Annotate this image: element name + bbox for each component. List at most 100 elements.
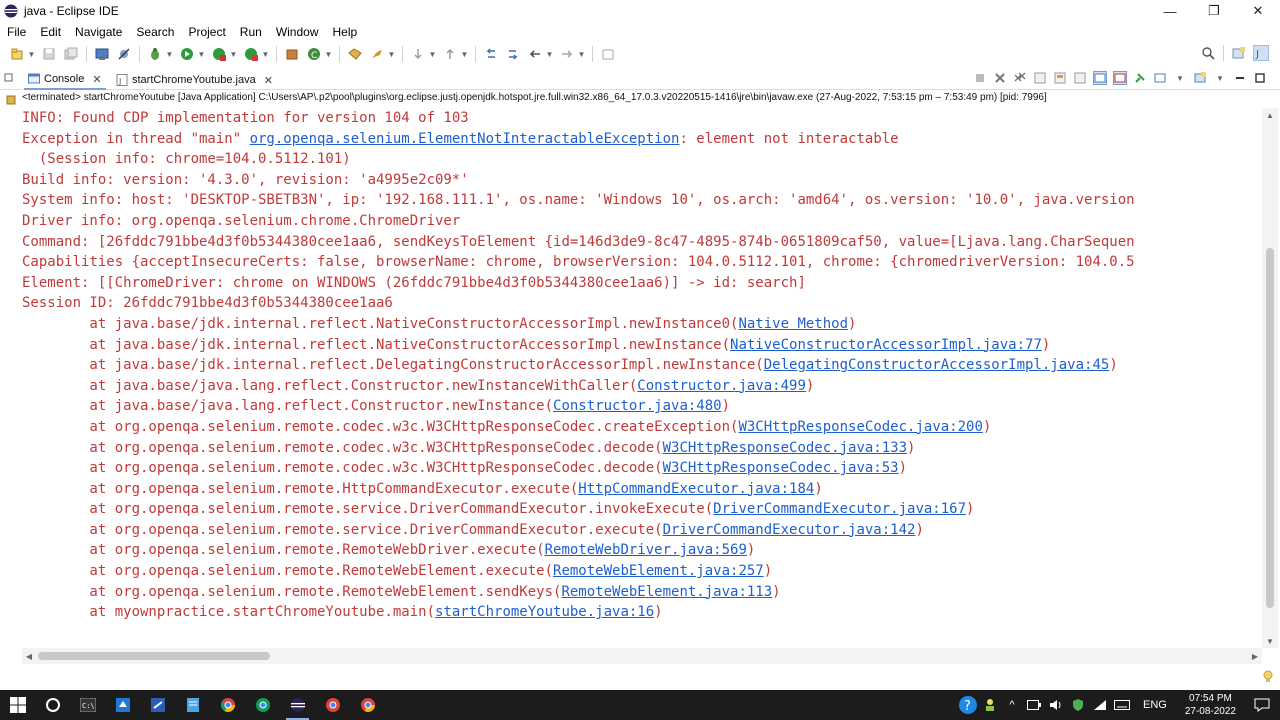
stacktrace-link[interactable]: DriverCommandExecutor.java:167 (713, 501, 966, 517)
stacktrace-link[interactable]: RemoteWebDriver.java:569 (545, 542, 747, 558)
scroll-up-icon[interactable]: ▲ (1262, 108, 1278, 122)
chevron-down-icon[interactable]: ▼ (262, 46, 270, 62)
terminal-icon[interactable] (94, 46, 110, 62)
stacktrace-link[interactable]: Constructor.java:480 (553, 398, 722, 414)
stacktrace-link[interactable]: NativeConstructorAccessorImpl.java:77 (730, 337, 1042, 353)
taskbar-eclipse[interactable] (280, 690, 315, 720)
console-output[interactable]: INFO: Found CDP implementation for versi… (22, 108, 1262, 648)
run-icon[interactable] (179, 46, 195, 62)
input-language[interactable]: ENG (1133, 699, 1177, 711)
new-icon[interactable] (9, 46, 25, 62)
next-annotation-icon[interactable] (410, 46, 426, 62)
remove-all-terminated-icon[interactable] (1013, 71, 1027, 85)
scroll-lock-icon[interactable] (1053, 71, 1067, 85)
last-edit-icon[interactable] (483, 46, 499, 62)
display-console-icon[interactable] (1153, 71, 1167, 85)
open-perspective-icon[interactable] (1231, 45, 1247, 61)
menu-window[interactable]: Window (269, 25, 326, 39)
taskbar-notepad[interactable] (175, 690, 210, 720)
stacktrace-link[interactable]: RemoteWebElement.java:257 (553, 563, 764, 579)
chevron-down-icon[interactable]: ▼ (230, 46, 238, 62)
shield-icon[interactable] (1067, 690, 1089, 720)
menu-run[interactable]: Run (233, 25, 269, 39)
menu-search[interactable]: Search (129, 25, 181, 39)
close-icon[interactable]: ✕ (92, 73, 101, 86)
chevron-down-icon[interactable]: ▼ (325, 46, 333, 62)
show-console-output-icon[interactable] (1093, 71, 1107, 85)
help-icon[interactable]: ? (957, 690, 979, 720)
save-all-icon[interactable] (63, 46, 79, 62)
minimized-views-icon[interactable] (6, 95, 16, 105)
close-icon[interactable]: ✕ (264, 74, 273, 87)
stacktrace-link[interactable]: org.openqa.selenium.ElementNotInteractab… (250, 131, 680, 147)
minimize-button[interactable]: — (1148, 0, 1192, 22)
clock[interactable]: 07:54 PM 27-08-2022 (1177, 692, 1244, 718)
stacktrace-link[interactable]: Native Method (738, 316, 848, 332)
stacktrace-link[interactable]: W3CHttpResponseCodec.java:200 (738, 419, 982, 435)
volume-icon[interactable] (1045, 690, 1067, 720)
back-arrow-icon[interactable] (527, 46, 543, 62)
search-icon[interactable] (1200, 45, 1216, 61)
horizontal-scroll-thumb[interactable] (38, 652, 270, 660)
chevron-down-icon[interactable]: ▼ (461, 46, 469, 62)
stacktrace-link[interactable]: startChromeYoutube.java:16 (435, 604, 654, 620)
word-wrap-icon[interactable] (1073, 71, 1087, 85)
menu-file[interactable]: File (0, 25, 33, 39)
stacktrace-link[interactable]: HttpCommandExecutor.java:184 (578, 481, 814, 497)
scroll-down-icon[interactable]: ▼ (1262, 634, 1278, 648)
new-java-package-icon[interactable] (284, 46, 300, 62)
open-type-icon[interactable] (347, 46, 363, 62)
save-icon[interactable] (41, 46, 57, 62)
chevron-down-icon[interactable]: ▼ (546, 46, 554, 62)
chevron-down-icon[interactable]: ▼ (166, 46, 174, 62)
debug-icon[interactable] (147, 46, 163, 62)
stacktrace-link[interactable]: DelegatingConstructorAccessorImpl.java:4… (764, 357, 1110, 373)
coverage-icon[interactable] (211, 46, 227, 62)
tab-startchromeyoutube[interactable]: J startChromeYoutube.java ✕ (112, 70, 277, 90)
forward-arrow-icon[interactable] (559, 46, 575, 62)
keyboard-icon[interactable] (1111, 690, 1133, 720)
person-icon[interactable] (979, 690, 1001, 720)
chevron-down-icon[interactable]: ▼ (1213, 71, 1227, 85)
taskbar-chrome-2[interactable] (245, 690, 280, 720)
notification-icon[interactable] (1244, 690, 1280, 720)
stacktrace-link[interactable]: W3CHttpResponseCodec.java:133 (663, 440, 907, 456)
terminate-icon[interactable] (973, 71, 987, 85)
close-button[interactable]: ✕ (1236, 0, 1280, 22)
stacktrace-link[interactable]: DriverCommandExecutor.java:142 (663, 522, 916, 538)
chevron-down-icon[interactable]: ▼ (1173, 71, 1187, 85)
chevron-down-icon[interactable]: ▼ (429, 46, 437, 62)
vertical-scroll-thumb[interactable] (1266, 248, 1274, 608)
chevron-down-icon[interactable]: ▼ (388, 46, 396, 62)
chevron-down-icon[interactable]: ▼ (198, 46, 206, 62)
horizontal-scrollbar[interactable]: ◀ ▶ (22, 648, 1262, 664)
stacktrace-link[interactable]: Constructor.java:499 (637, 378, 806, 394)
vertical-scrollbar[interactable]: ▲ ▼ (1262, 108, 1278, 648)
search-tool-icon[interactable] (369, 46, 385, 62)
start-button[interactable] (0, 690, 35, 720)
tab-console[interactable]: Console ✕ (24, 70, 106, 90)
skip-breakpoints-icon[interactable] (116, 46, 132, 62)
taskbar-app-1[interactable] (105, 690, 140, 720)
chevron-up-icon[interactable]: ^ (1001, 690, 1023, 720)
scroll-right-icon[interactable]: ▶ (1248, 649, 1262, 663)
cortana-button[interactable] (35, 690, 70, 720)
back-edit-icon[interactable] (505, 46, 521, 62)
external-tools-icon[interactable] (243, 46, 259, 62)
battery-icon[interactable] (1023, 690, 1045, 720)
menu-edit[interactable]: Edit (33, 25, 68, 39)
previous-annotation-icon[interactable] (442, 46, 458, 62)
clear-console-icon[interactable] (1033, 71, 1047, 85)
new-java-class-icon[interactable]: C (306, 46, 322, 62)
taskbar-chrome-1[interactable] (210, 690, 245, 720)
remove-launch-icon[interactable] (993, 71, 1007, 85)
menu-project[interactable]: Project (181, 25, 232, 39)
show-console-error-icon[interactable] (1113, 71, 1127, 85)
taskbar-app-2[interactable] (140, 690, 175, 720)
pin-editor-icon[interactable] (600, 46, 616, 62)
taskbar-chrome-3[interactable] (315, 690, 350, 720)
minimize-view-icon[interactable] (1233, 71, 1247, 85)
scroll-left-icon[interactable]: ◀ (22, 649, 36, 663)
menu-help[interactable]: Help (326, 25, 365, 39)
chevron-down-icon[interactable]: ▼ (578, 46, 586, 62)
